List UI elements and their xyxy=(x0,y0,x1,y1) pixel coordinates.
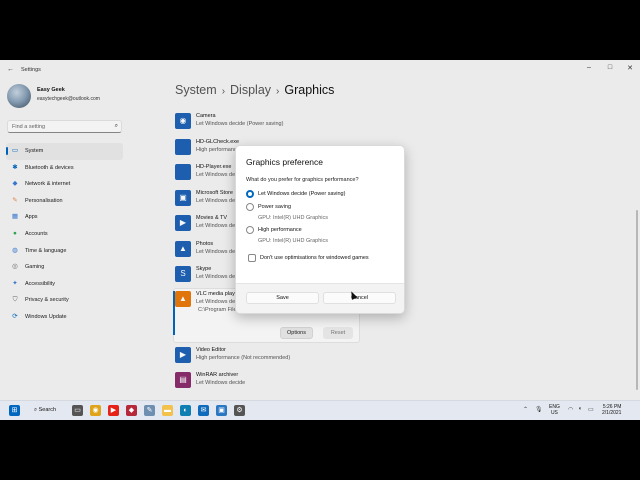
taskbar-search-label: Search xyxy=(38,407,57,413)
battery-icon[interactable]: ▭ xyxy=(588,406,594,413)
notepad-icon[interactable]: ✎ xyxy=(144,405,155,416)
option-label: Power saving xyxy=(258,204,292,210)
chevron-up-icon[interactable]: ⌃ xyxy=(523,406,528,413)
edge-icon[interactable]: ◐ xyxy=(180,405,191,416)
radio-unchecked[interactable] xyxy=(246,226,254,234)
youtube-icon[interactable]: ▶ xyxy=(108,405,119,416)
option-gpu: GPU: Intel(R) UHD Graphics xyxy=(258,215,328,221)
checkbox-label: Don't use optimisations for windowed gam… xyxy=(260,255,369,261)
file-explorer-icon[interactable]: ▬ xyxy=(162,405,173,416)
option-gpu: GPU: Intel(R) UHD Graphics xyxy=(258,238,328,244)
task-view-icon[interactable]: ▭ xyxy=(72,405,83,416)
mail-icon[interactable]: ✉ xyxy=(198,405,209,416)
cancel-button[interactable]: Cancel xyxy=(323,292,396,304)
windowed-games-checkbox[interactable] xyxy=(248,254,256,262)
taskbar-search[interactable]: ⌕ Search xyxy=(30,404,62,417)
clock[interactable]: 5:26 PM 2/1/2021 xyxy=(602,404,621,416)
settings-taskbar-icon[interactable]: ⚙ xyxy=(234,405,245,416)
store-taskbar-icon[interactable]: ▣ xyxy=(216,405,227,416)
chrome-icon[interactable]: ◉ xyxy=(90,405,101,416)
search-icon: ⌕ xyxy=(34,407,38,413)
language-indicator[interactable]: ENG US xyxy=(549,404,560,416)
clock-date: 2/1/2021 xyxy=(602,410,622,416)
dialog-footer: Save Cancel xyxy=(236,283,404,313)
app-icon[interactable]: ◆ xyxy=(126,405,137,416)
dialog-title: Graphics preference xyxy=(246,157,324,167)
start-icon[interactable]: ⊞ xyxy=(9,405,20,416)
radio-unchecked[interactable] xyxy=(246,203,254,211)
taskbar: ⊞ ⌕ Search ▭ ◉ ▶ ◆ ✎ ▬ ◐ ✉ ▣ ⚙ ⌃ 🎙 ENG U… xyxy=(0,400,640,420)
option-label: High performance xyxy=(258,227,302,233)
settings-window: ← Settings – □ ✕ Easy Geek easytechgeek@… xyxy=(0,60,640,420)
dialog-question: What do you prefer for graphics performa… xyxy=(246,177,359,183)
radio-checked[interactable] xyxy=(246,190,254,198)
wifi-icon[interactable]: ◠ xyxy=(568,406,573,413)
option-label: Let Windows decide (Power saving) xyxy=(258,191,346,197)
volume-icon[interactable]: ◖ xyxy=(578,406,582,412)
graphics-preference-dialog: Graphics preference What do you prefer f… xyxy=(235,145,405,314)
save-button[interactable]: Save xyxy=(246,292,319,304)
region-code: US xyxy=(550,410,558,416)
microphone-icon[interactable]: 🎙 xyxy=(535,406,543,413)
